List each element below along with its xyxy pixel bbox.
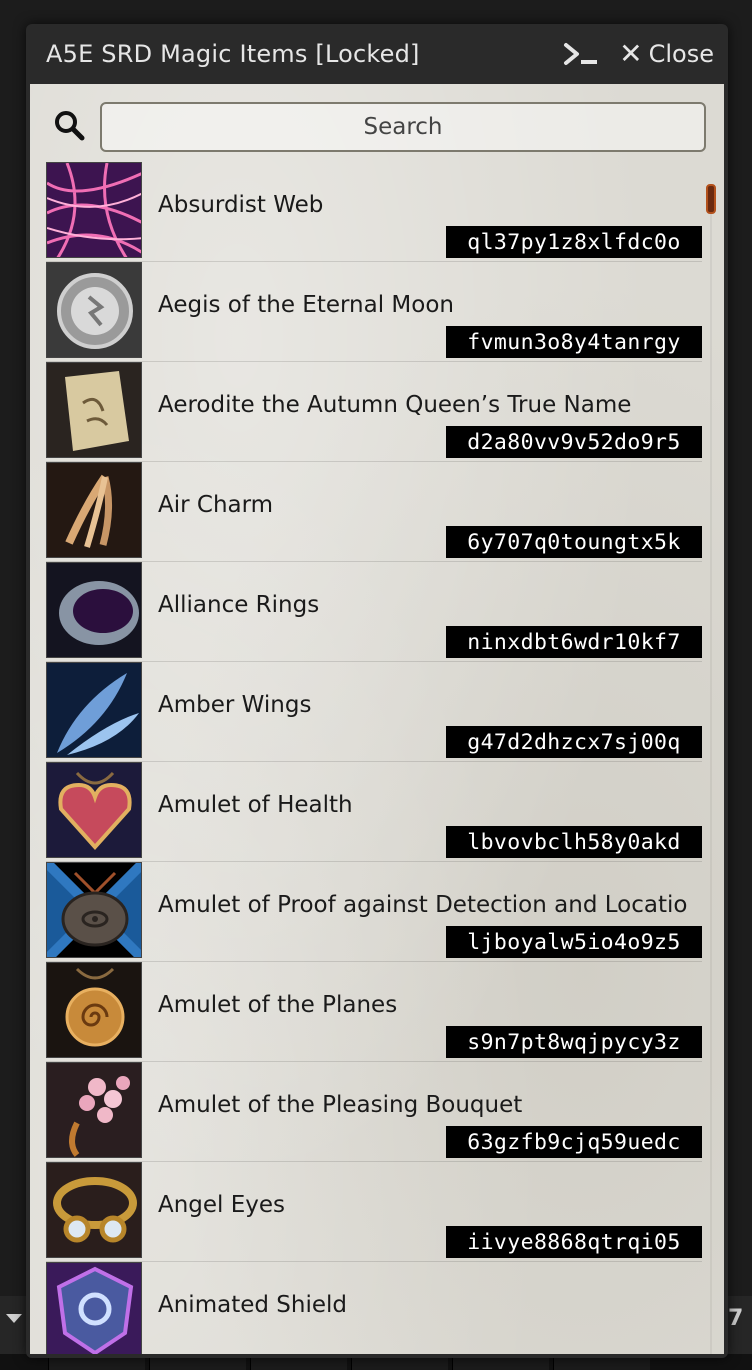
item-name: Amulet of Health [158, 792, 353, 818]
item-id: ql37py1z8xlfdc0o [446, 226, 702, 258]
window-title: A5E SRD Magic Items [Locked] [46, 40, 420, 68]
item-name: Amber Wings [158, 692, 312, 718]
heart-amulet-icon [46, 762, 142, 858]
spiral-amulet-icon [46, 962, 142, 1058]
list-item[interactable]: Amber Wings g47d2dhzcx7sj00q [46, 662, 702, 762]
list-item[interactable]: Alliance Rings ninxdbt6wdr10kf7 [46, 562, 702, 662]
window-controls: ✕ Close [563, 40, 714, 68]
window-titlebar[interactable]: A5E SRD Magic Items [Locked] ✕ Close [26, 24, 728, 84]
item-id: g47d2dhzcx7sj00q [446, 726, 702, 758]
item-name: Angel Eyes [158, 1192, 286, 1218]
list-item[interactable]: Absurdist Web ql37py1z8xlfdc0o [46, 162, 702, 262]
silver-shield-icon [46, 262, 142, 358]
scrollbar-track[interactable] [710, 184, 712, 1354]
search-input[interactable] [100, 102, 706, 152]
pink-web-icon [46, 162, 142, 258]
item-name: Amulet of Proof against Detection and Lo… [158, 892, 688, 918]
item-list: Absurdist Web ql37py1z8xlfdc0o Aegis of … [46, 162, 702, 1354]
list-item[interactable]: Air Charm 6y707q0toungtx5k [46, 462, 702, 562]
item-name: Aerodite the Autumn Queen’s True Name [158, 392, 632, 418]
item-name: Aegis of the Eternal Moon [158, 292, 454, 318]
collapse-arrow-icon[interactable] [6, 1314, 22, 1323]
compendium-window: A5E SRD Magic Items [Locked] ✕ Close Sea… [26, 24, 728, 1358]
parchment-icon [46, 362, 142, 458]
hotbar-page-number: 7 [728, 1306, 744, 1331]
item-id: s9n7pt8wqjpycy3z [446, 1026, 702, 1058]
item-id: lbvovbclh58y0akd [446, 826, 702, 858]
item-name: Animated Shield [158, 1292, 347, 1318]
item-id: 63gzfb9cjq59uedc [446, 1126, 702, 1158]
list-item[interactable]: Amulet of Health lbvovbclh58y0akd [46, 762, 702, 862]
item-id: fvmun3o8y4tanrgy [446, 326, 702, 358]
item-name: Absurdist Web [158, 192, 324, 218]
close-button[interactable]: ✕ Close [619, 37, 714, 70]
list-item[interactable]: Amulet of Proof against Detection and Lo… [46, 862, 702, 962]
wings-icon [46, 662, 142, 758]
list-item[interactable]: Amulet of the Planes s9n7pt8wqjpycy3z [46, 962, 702, 1062]
item-name: Amulet of the Planes [158, 992, 398, 1018]
item-id: d2a80vv9v52do9r5 [446, 426, 702, 458]
item-name: Alliance Rings [158, 592, 320, 618]
item-id: 6y707q0toungtx5k [446, 526, 702, 558]
list-item[interactable]: Aerodite the Autumn Queen’s True Name d2… [46, 362, 702, 462]
ring-icon [46, 562, 142, 658]
item-name: Amulet of the Pleasing Bouquet [158, 1092, 523, 1118]
search-row [30, 100, 724, 154]
terminal-icon[interactable] [563, 42, 599, 66]
item-name: Air Charm [158, 492, 274, 518]
close-icon: ✕ [619, 37, 643, 70]
eye-amulet-icon [46, 862, 142, 958]
scrollbar-thumb[interactable] [706, 184, 716, 214]
item-id: iivye8868qtrqi05 [446, 1226, 702, 1258]
bouquet-icon [46, 1062, 142, 1158]
item-id: ljboyalw5io4o9z5 [446, 926, 702, 958]
list-item[interactable]: Aegis of the Eternal Moon fvmun3o8y4tanr… [46, 262, 702, 362]
search-icon [54, 110, 86, 146]
list-item[interactable]: Animated Shield [46, 1262, 702, 1354]
list-item[interactable]: Amulet of the Pleasing Bouquet 63gzfb9cj… [46, 1062, 702, 1162]
list-item[interactable]: Angel Eyes iivye8868qtrqi05 [46, 1162, 702, 1262]
close-label: Close [648, 40, 714, 68]
compendium-content: Absurdist Web ql37py1z8xlfdc0o Aegis of … [30, 84, 724, 1354]
goggles-icon [46, 1162, 142, 1258]
item-id: ninxdbt6wdr10kf7 [446, 626, 702, 658]
animated-shield-icon [46, 1262, 142, 1354]
feather-charm-icon [46, 462, 142, 558]
